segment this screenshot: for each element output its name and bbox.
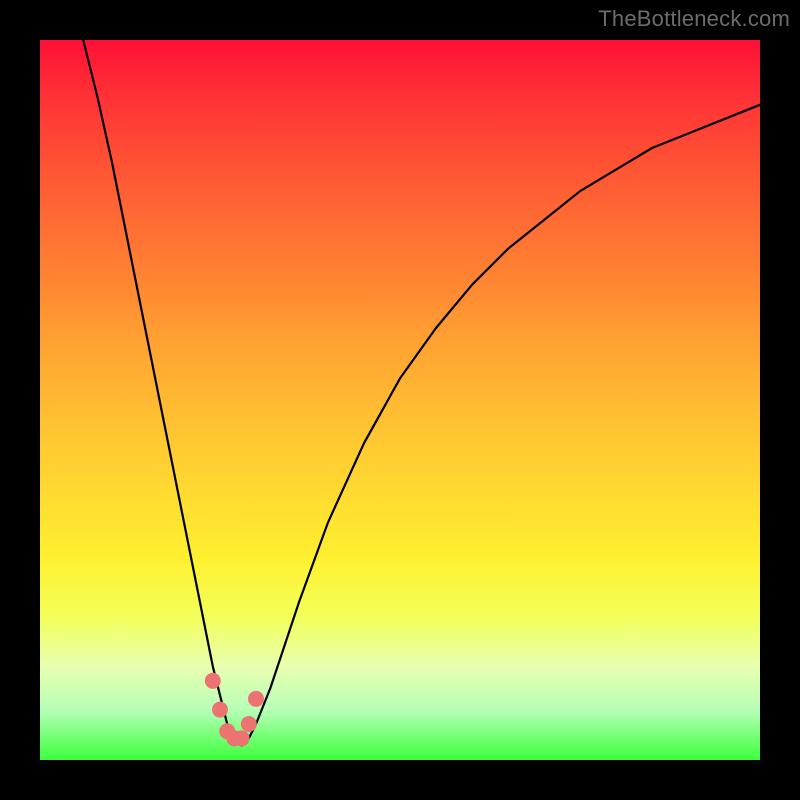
valley-marker [212, 702, 228, 718]
valley-marker [248, 691, 264, 707]
bottleneck-curve [83, 40, 760, 746]
valley-marker [205, 673, 221, 689]
chart-frame: TheBottleneck.com [0, 0, 800, 800]
valley-marker [234, 730, 250, 746]
chart-svg [40, 40, 760, 760]
watermark-text: TheBottleneck.com [598, 6, 790, 32]
valley-markers [205, 673, 264, 747]
plot-area [40, 40, 760, 760]
valley-marker [241, 716, 257, 732]
